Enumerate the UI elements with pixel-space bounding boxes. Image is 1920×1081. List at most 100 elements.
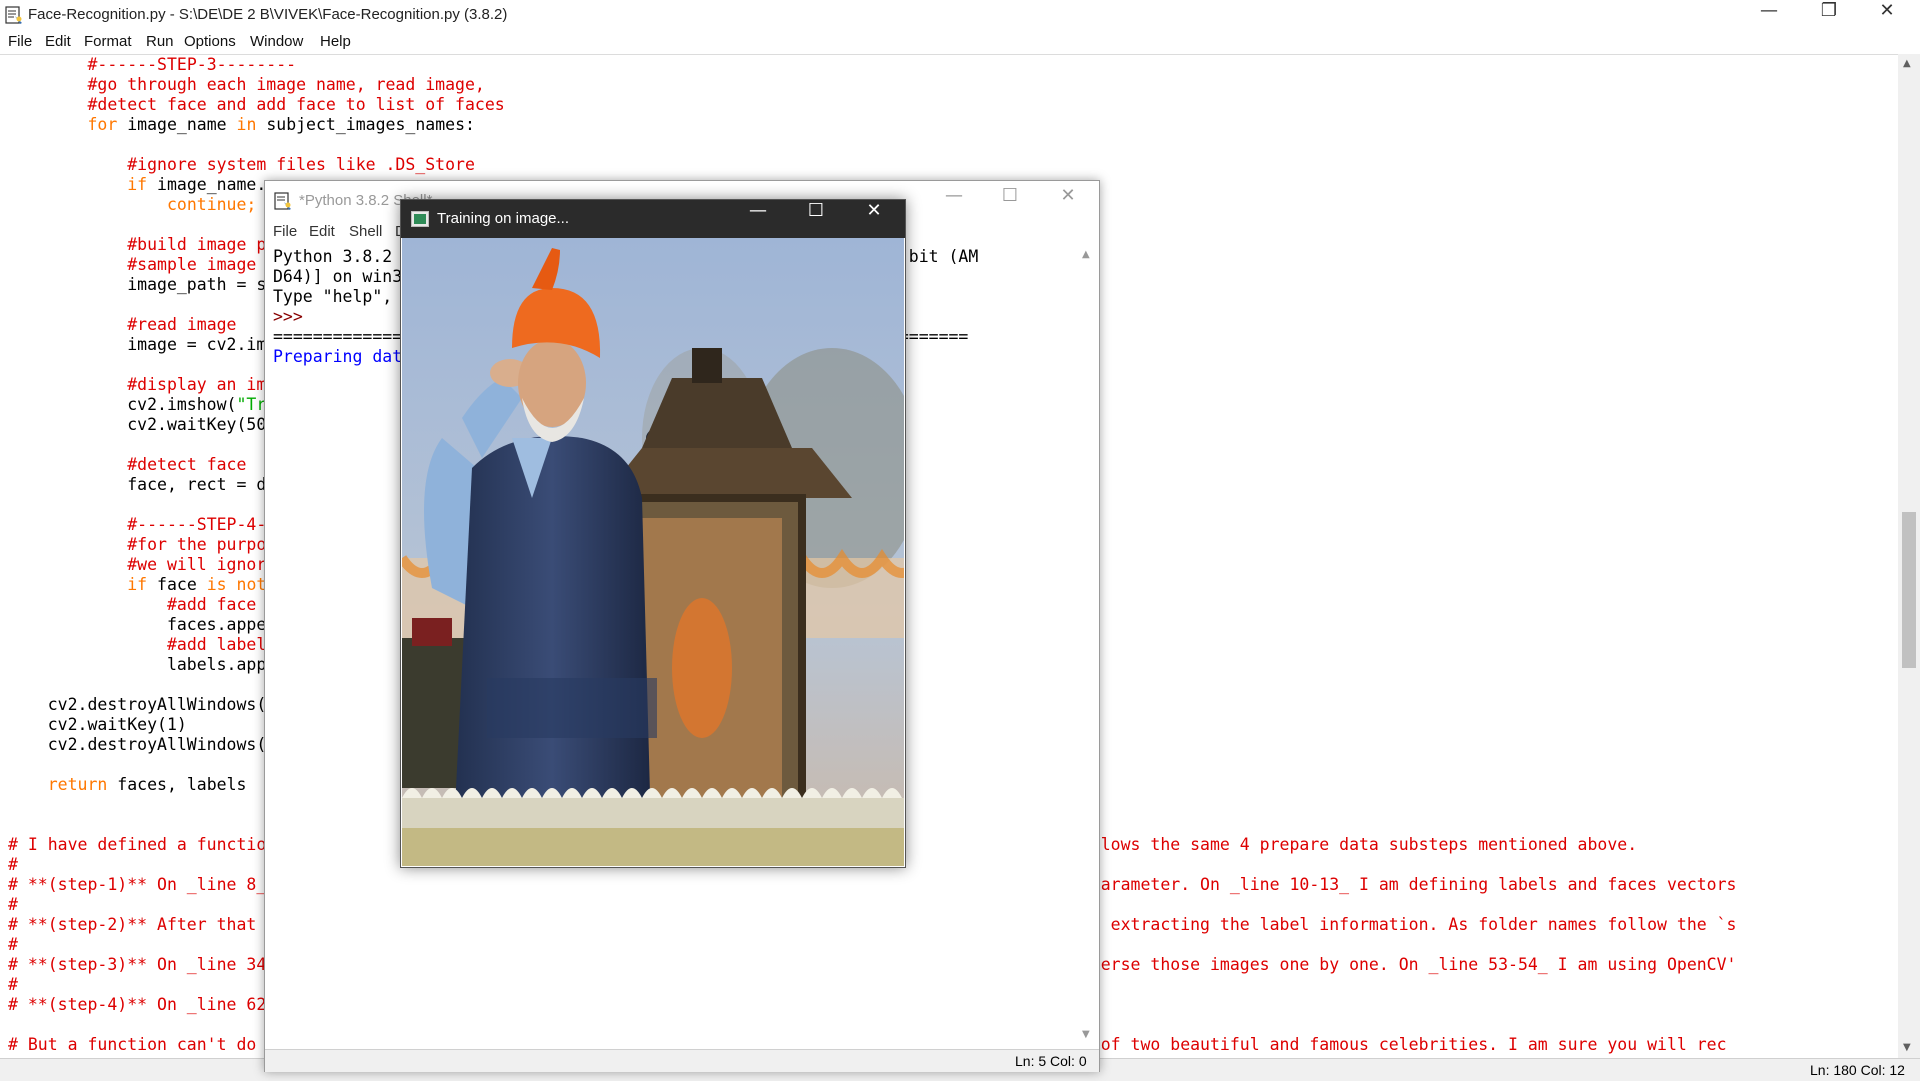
code-token: image = cv2.im xyxy=(8,335,267,354)
close-icon: ✕ xyxy=(1879,0,1895,21)
shell-status-bar: Ln: 5 Col: 0 xyxy=(265,1049,1099,1072)
editor-title-bar[interactable]: Face-Recognition.py - S:\DE\DE 2 B\VIVEK… xyxy=(0,0,1920,30)
maximize-icon: ☐ xyxy=(807,200,825,221)
shell-menu-shell[interactable]: Shell xyxy=(349,223,382,240)
code-token: faces, labels xyxy=(107,775,247,794)
close-button[interactable]: ✕ xyxy=(1864,0,1910,30)
code-token: image_name. xyxy=(147,175,267,194)
opencv-maximize-button[interactable]: ☐ xyxy=(793,200,839,238)
code-comment: #display an im xyxy=(127,375,267,394)
menu-edit[interactable]: Edit xyxy=(45,33,71,50)
opencv-close-button[interactable]: ✕ xyxy=(851,200,897,238)
code-comment: #add label xyxy=(166,635,267,654)
menu-file[interactable]: File xyxy=(8,33,32,50)
shell-cursor-position: Ln: 5 Col: 0 xyxy=(1015,1053,1087,1069)
code-comment: #go through each image name, read image, xyxy=(87,75,485,94)
shell-vertical-scrollbar[interactable]: ▲ ▼ xyxy=(1077,245,1097,1045)
code-token: face xyxy=(147,575,207,594)
scroll-up-arrow-icon[interactable]: ▲ xyxy=(1903,58,1911,69)
opencv-image-window[interactable]: Training on image... — ☐ ✕ xyxy=(400,199,906,868)
minimize-button[interactable]: — xyxy=(1746,0,1792,30)
opencv-window-title: Training on image... xyxy=(437,210,570,227)
code-comment: # xyxy=(8,895,18,914)
code-line: #------STEP-3-------- xyxy=(8,55,1737,75)
code-token: cv2.waitKey(50 xyxy=(8,415,267,434)
shell-close-button[interactable]: ✕ xyxy=(1045,185,1091,215)
maximize-icon: ☐ xyxy=(1001,185,1019,206)
code-line: #detect face and add face to list of fac… xyxy=(8,95,1737,115)
code-string: "Tr xyxy=(236,395,267,414)
code-comment: # xyxy=(8,935,18,954)
opencv-title-bar[interactable]: Training on image... — ☐ ✕ xyxy=(401,200,905,238)
code-token: cv2.imshow( xyxy=(8,395,237,414)
menu-run[interactable]: Run xyxy=(146,33,174,50)
code-token: image_name xyxy=(117,115,237,134)
code-comment: #for the purpo xyxy=(127,535,267,554)
editor-vertical-scrollbar[interactable]: ▲ ▼ xyxy=(1898,54,1920,1058)
scroll-down-arrow-icon[interactable]: ▼ xyxy=(1903,1042,1911,1053)
minimize-icon: — xyxy=(749,200,767,221)
code-token: labels.app xyxy=(8,655,267,674)
restore-icon: ❐ xyxy=(1820,0,1838,21)
shell-menu-edit[interactable]: Edit xyxy=(309,223,335,240)
scroll-down-arrow-icon[interactable]: ▼ xyxy=(1082,1029,1090,1040)
code-keyword: in xyxy=(236,115,257,134)
scroll-up-arrow-icon[interactable]: ▲ xyxy=(1082,249,1090,260)
code-comment: #------STEP-3-------- xyxy=(87,55,297,74)
code-comment: # **(step-4)** On _line 62 xyxy=(8,995,267,1014)
menu-window[interactable]: Window xyxy=(250,33,303,50)
shell-maximize-button[interactable]: ☐ xyxy=(987,185,1033,215)
code-keyword: is not xyxy=(206,575,267,594)
code-comment: #------STEP-4- xyxy=(127,515,267,534)
code-token: faces.appe xyxy=(8,615,267,634)
menu-help[interactable]: Help xyxy=(320,33,351,50)
code-line: #ignore system files like .DS_Store xyxy=(8,155,1737,175)
code-line: #go through each image name, read image, xyxy=(8,75,1737,95)
code-keyword: continue; xyxy=(166,195,257,214)
shell-menu-file[interactable]: File xyxy=(273,223,297,240)
code-comment: #build image p xyxy=(127,235,267,254)
idle-python-icon xyxy=(4,5,24,25)
code-comment: #detect face and add face to list of fac… xyxy=(87,95,505,114)
code-comment: #read image xyxy=(127,315,237,334)
code-token: cv2.destroyAllWindows( xyxy=(8,695,267,714)
opencv-minimize-button[interactable]: — xyxy=(735,200,781,238)
code-keyword: for xyxy=(87,115,118,134)
training-photo xyxy=(402,238,904,866)
code-comment: #add face xyxy=(166,595,257,614)
menu-options[interactable]: Options xyxy=(184,33,236,50)
code-comment: #we will ignor xyxy=(127,555,267,574)
code-line: for image_name in subject_images_names: xyxy=(8,115,1737,135)
code-comment: #ignore system files like .DS_Store xyxy=(127,155,475,174)
code-comment: #sample image xyxy=(127,255,257,274)
editor-window-title: Face-Recognition.py - S:\DE\DE 2 B\VIVEK… xyxy=(28,6,508,23)
code-comment: # xyxy=(8,975,18,994)
code-token: subject_images_names: xyxy=(256,115,475,134)
menu-format[interactable]: Format xyxy=(84,33,132,50)
code-comment: #detect face xyxy=(127,455,247,474)
close-icon: ✕ xyxy=(1060,185,1076,206)
restore-button[interactable]: ❐ xyxy=(1806,0,1852,30)
code-comment: # xyxy=(8,855,18,874)
scrollbar-thumb[interactable] xyxy=(1902,512,1916,668)
code-token: cv2.waitKey(1) xyxy=(8,715,187,734)
code-keyword: if xyxy=(127,575,148,594)
shell-minimize-button[interactable]: — xyxy=(931,185,977,215)
code-keyword: if xyxy=(127,175,148,194)
